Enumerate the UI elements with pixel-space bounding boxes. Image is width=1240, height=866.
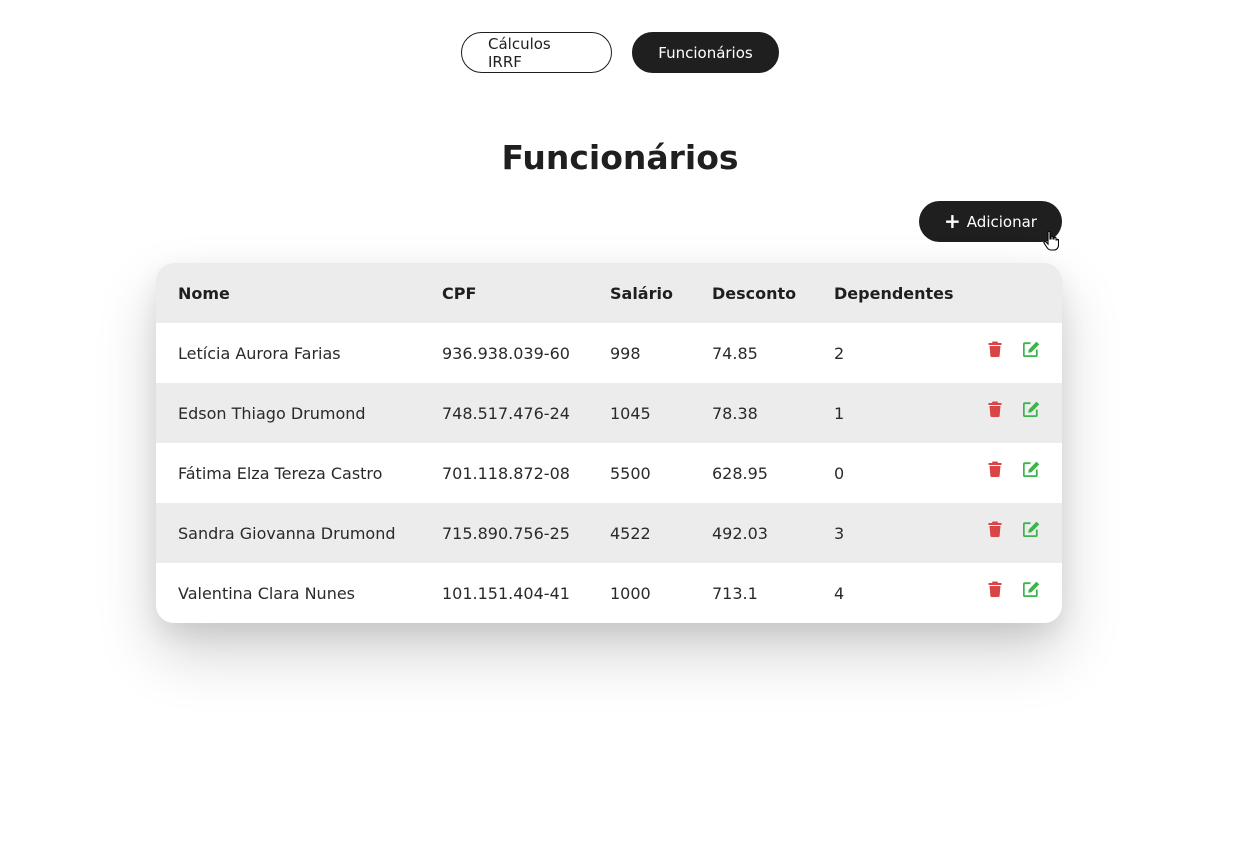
edit-icon[interactable] [1023, 499, 1040, 559]
table-row: Fátima Elza Tereza Castro 701.118.872-08 5… [156, 443, 1062, 503]
header-nome: Nome [178, 283, 230, 303]
header-desconto: Desconto [712, 283, 797, 303]
cell-nome: Edson Thiago Drumond [178, 403, 366, 423]
header-salario: Salário [610, 283, 673, 303]
cell-salario: 1045 [610, 403, 651, 423]
cell-nome: Fátima Elza Tereza Castro [178, 463, 383, 483]
cell-cpf: 748.517.476-24 [442, 403, 570, 423]
cell-nome: Sandra Giovanna Drumond [178, 523, 396, 543]
cell-desconto: 492.03 [712, 523, 768, 543]
trash-icon[interactable] [988, 319, 1002, 379]
cell-salario: 1000 [610, 583, 651, 603]
edit-icon[interactable] [1023, 319, 1040, 379]
tab-calculos-irrf[interactable]: Cálculos IRRF [461, 32, 612, 73]
cell-salario: 998 [610, 343, 641, 363]
top-nav: Cálculos IRRF Funcionários [0, 32, 1240, 73]
trash-icon[interactable] [988, 379, 1002, 439]
cell-salario: 5500 [610, 463, 651, 483]
plus-icon: + [944, 208, 961, 233]
cell-desconto: 78.38 [712, 403, 758, 423]
cell-dependentes: 4 [834, 583, 845, 603]
edit-icon[interactable] [1023, 559, 1040, 619]
trash-icon[interactable] [988, 439, 1002, 499]
header-cpf: CPF [442, 283, 477, 303]
cell-cpf: 101.151.404-41 [442, 583, 570, 603]
hand-cursor-icon [1043, 231, 1059, 251]
cell-cpf: 936.938.039-60 [442, 343, 570, 363]
cell-dependentes: 3 [834, 523, 845, 543]
cell-nome: Letícia Aurora Farias [178, 343, 341, 363]
header-dependentes: Dependentes [834, 283, 954, 303]
add-button-label: Adicionar [966, 212, 1037, 231]
edit-icon[interactable] [1023, 379, 1040, 439]
trash-icon[interactable] [988, 499, 1002, 559]
cell-dependentes: 2 [834, 343, 845, 363]
cell-desconto: 628.95 [712, 463, 768, 483]
cell-desconto: 74.85 [712, 343, 758, 363]
edit-icon[interactable] [1023, 439, 1040, 499]
tab-funcionarios[interactable]: Funcionários [632, 32, 779, 73]
cell-dependentes: 1 [834, 403, 845, 423]
cell-dependentes: 0 [834, 463, 845, 483]
cell-desconto: 713.1 [712, 583, 758, 603]
add-button[interactable]: + Adicionar [919, 201, 1062, 242]
table-row: Valentina Clara Nunes 101.151.404-41 1000 7… [156, 563, 1062, 623]
cell-cpf: 715.890.756-25 [442, 523, 570, 543]
table-row: Sandra Giovanna Drumond 715.890.756-25 452… [156, 503, 1062, 563]
page-title: Funcionários [501, 138, 739, 177]
cell-salario: 4522 [610, 523, 651, 543]
employees-table: Nome CPF Salário Desconto Dependentes Le… [156, 263, 1062, 623]
cell-nome: Valentina Clara Nunes [178, 583, 356, 603]
cell-cpf: 701.118.872-08 [442, 463, 570, 483]
table-header-row: Nome CPF Salário Desconto Dependentes [156, 263, 1062, 323]
trash-icon[interactable] [988, 559, 1002, 619]
table-row: Edson Thiago Drumond 748.517.476-24 1045 78… [156, 383, 1062, 443]
table-row: Letícia Aurora Farias 936.938.039-60 998 74… [156, 323, 1062, 383]
